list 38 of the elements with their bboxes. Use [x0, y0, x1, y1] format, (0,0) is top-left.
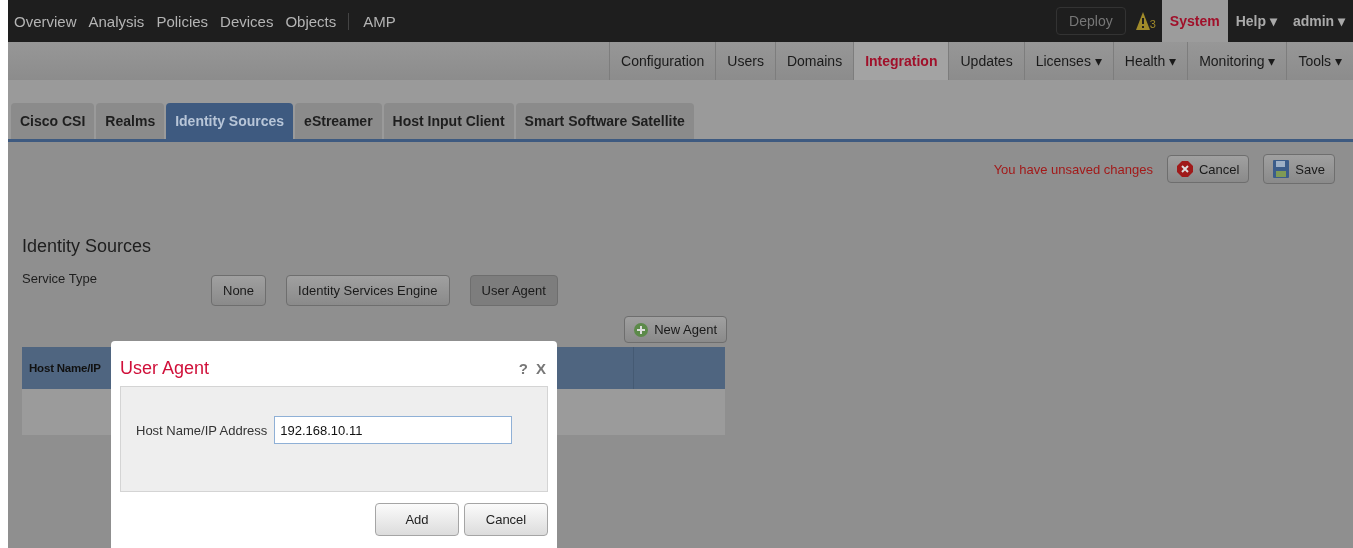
service-type-button[interactable]: None	[211, 275, 267, 306]
plus-icon	[634, 322, 649, 337]
nav-item[interactable]: Devices	[214, 12, 280, 30]
nav-item[interactable]: Objects	[279, 12, 343, 30]
new-agent-button[interactable]: New Agent	[624, 316, 727, 343]
nav-item[interactable]: Overview	[8, 12, 83, 30]
top-menu[interactable]: admin ▾	[1284, 0, 1353, 42]
nav-item[interactable]: AMP	[348, 12, 402, 30]
help-button[interactable]: ?	[518, 359, 528, 377]
service-type-label: Service Type	[22, 271, 98, 286]
warning-icon[interactable]	[1135, 12, 1150, 30]
service-type-button[interactable]: Identity Services Engine	[286, 275, 450, 306]
top-menu[interactable]: Help ▾	[1227, 0, 1285, 42]
add-button[interactable]: Add	[375, 503, 459, 536]
host-input-field[interactable]: 192.168.10.11	[274, 416, 513, 444]
deploy-button[interactable]: Deploy	[1056, 7, 1126, 35]
top-menu[interactable]: System	[1161, 0, 1228, 42]
nav-item[interactable]: Analysis	[82, 12, 151, 30]
tab[interactable]: Identity Sources	[166, 103, 294, 139]
save-icon	[1273, 160, 1290, 178]
nav-item[interactable]: Policies	[150, 12, 215, 30]
service-type-button[interactable]: User Agent	[469, 275, 558, 306]
tab[interactable]: Host Input Client	[383, 103, 514, 139]
sub-nav-tab[interactable]: Integration	[853, 42, 949, 80]
alert-count: 3	[1149, 18, 1156, 30]
tab[interactable]: Smart Software Satellite	[515, 103, 694, 139]
cancel-button[interactable]: Cancel	[1166, 155, 1250, 183]
save-button[interactable]: Save	[1263, 154, 1335, 184]
cancel-button[interactable]: Cancel	[464, 503, 548, 536]
tab[interactable]: Realms	[96, 103, 165, 139]
section-title: Identity Sources	[22, 236, 153, 257]
tab[interactable]: Cisco CSI	[11, 103, 95, 139]
field-label: Host Name/IP Address	[136, 422, 268, 438]
unsaved-message: You have unsaved changes	[993, 161, 1153, 177]
close-button[interactable]: X	[536, 359, 546, 377]
dialog-title: User Agent	[120, 357, 210, 379]
tab[interactable]: eStreamer	[295, 103, 382, 139]
cancel-icon	[1176, 161, 1193, 177]
